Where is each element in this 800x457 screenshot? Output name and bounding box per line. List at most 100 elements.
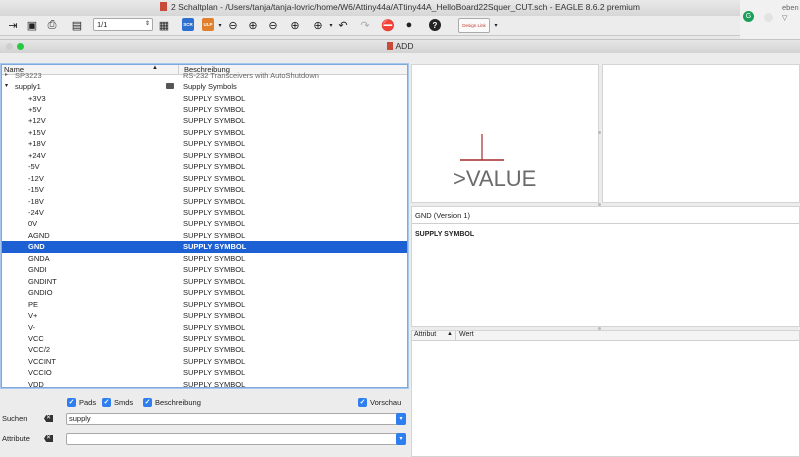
item-name: PE: [28, 299, 39, 309]
background-browser-edge: eben G ▽: [740, 0, 800, 40]
list-item[interactable]: +3V3 SUPPLY SYMBOL: [2, 93, 407, 105]
redo-icon[interactable]: ↷: [358, 18, 372, 32]
item-description: SUPPLY SYMBOL: [183, 104, 246, 114]
list-item[interactable]: +24V SUPPLY SYMBOL: [2, 150, 407, 162]
zoom-out-icon[interactable]: ⊖: [266, 18, 280, 32]
list-item[interactable]: VCCIO SUPPLY SYMBOL: [2, 367, 407, 379]
beschreibung-checkbox[interactable]: ✓: [143, 398, 152, 407]
item-name: VCCINT: [28, 356, 56, 366]
list-item[interactable]: -18V SUPPLY SYMBOL: [2, 196, 407, 208]
list-item[interactable]: PE SUPPLY SYMBOL: [2, 299, 407, 311]
item-description: SUPPLY SYMBOL: [183, 379, 246, 388]
item-name: VCC/2: [28, 345, 51, 355]
list-item[interactable]: -5V SUPPLY SYMBOL: [2, 161, 407, 173]
list-item[interactable]: AGND SUPPLY SYMBOL: [2, 230, 407, 242]
print-icon[interactable]: ⎙: [45, 18, 59, 32]
document-icon: [160, 2, 167, 11]
attribute-table[interactable]: Attribut ▲ Wert: [411, 330, 800, 457]
sort-ascending-icon[interactable]: ▲: [447, 331, 453, 337]
item-description: SUPPLY SYMBOL: [183, 288, 246, 298]
smds-checkbox[interactable]: ✓: [102, 398, 111, 407]
table-view-icon[interactable]: ▦: [157, 18, 171, 32]
zoom-select-icon[interactable]: ⊕: [288, 18, 302, 32]
list-item[interactable]: GNDIO SUPPLY SYMBOL: [2, 287, 407, 299]
library-name: supply1: [15, 82, 41, 91]
zoom-fit-icon[interactable]: ⊖: [226, 18, 240, 32]
item-description: SUPPLY SYMBOL: [183, 173, 246, 183]
attribute-filter-input[interactable]: ▾: [66, 433, 406, 445]
item-description: SUPPLY SYMBOL: [183, 333, 246, 343]
list-item[interactable]: GNDI SUPPLY SYMBOL: [2, 264, 407, 276]
scr-label: SCR: [183, 22, 193, 27]
item-description: SUPPLY SYMBOL: [183, 196, 246, 206]
design-link-button[interactable]: Design Link: [458, 18, 490, 33]
item-description: SUPPLY SYMBOL: [183, 127, 246, 137]
library-list[interactable]: Name ▲ Beschreibung ▸ SP3223 RS-232 Tran…: [1, 64, 408, 388]
item-description: SUPPLY SYMBOL: [183, 345, 246, 355]
help-icon[interactable]: ?: [429, 19, 441, 31]
cam-processor-icon[interactable]: ▤: [70, 18, 84, 32]
browser-filter-icon[interactable]: ▽: [782, 14, 787, 22]
browser-avatar[interactable]: G: [743, 11, 754, 22]
list-item[interactable]: +18V SUPPLY SYMBOL: [2, 138, 407, 150]
list-item[interactable]: -24V SUPPLY SYMBOL: [2, 207, 407, 219]
page-select[interactable]: 1/1 ⇕: [93, 18, 153, 31]
browser-extension-icon[interactable]: [764, 13, 773, 22]
pads-checkbox[interactable]: ✓: [67, 398, 76, 407]
script-button[interactable]: SCR: [182, 18, 194, 31]
list-item[interactable]: -15V SUPPLY SYMBOL: [2, 184, 407, 196]
list-item[interactable]: GNDA SUPPLY SYMBOL: [2, 253, 407, 265]
vertical-splitter-handle[interactable]: [598, 131, 601, 134]
collapsed-arrow-icon[interactable]: ▸: [5, 70, 8, 82]
item-name: GNDIO: [28, 288, 53, 298]
toolbar: ⇥ ▣ ⎙ ▤ 1/1 ⇕ ▦ SCR ULP ▾ ⊖ ⊕ ⊖ ⊕ ⊕ ▾ ↶ …: [0, 16, 740, 36]
item-description: SUPPLY SYMBOL: [183, 356, 246, 366]
list-item-cut[interactable]: ▸ SP3223 RS-232 Transceivers with AutoSh…: [2, 70, 407, 82]
beschreibung-label: Beschreibung: [155, 398, 201, 407]
list-item[interactable]: +12V SUPPLY SYMBOL: [2, 115, 407, 127]
library-row-supply1[interactable]: ▾ supply1 Supply Symbols: [2, 81, 407, 93]
item-name: +5V: [28, 104, 42, 114]
go-icon[interactable]: ●: [402, 18, 416, 32]
ulp-dropdown-icon[interactable]: ▾: [213, 18, 227, 32]
list-item[interactable]: +5V SUPPLY SYMBOL: [2, 104, 407, 116]
list-body: ▸ SP3223 RS-232 Transceivers with AutoSh…: [2, 71, 407, 388]
package-preview: [602, 64, 800, 203]
help-label: ?: [432, 20, 438, 30]
list-item[interactable]: VDD SUPPLY SYMBOL: [2, 379, 407, 388]
search-dropdown-icon[interactable]: ▾: [396, 413, 406, 425]
list-item[interactable]: VCC/2 SUPPLY SYMBOL: [2, 344, 407, 356]
vorschau-checkbox[interactable]: ✓: [358, 398, 367, 407]
list-item[interactable]: +15V SUPPLY SYMBOL: [2, 127, 407, 139]
item-description: SUPPLY SYMBOL: [183, 93, 246, 103]
list-item[interactable]: -12V SUPPLY SYMBOL: [2, 173, 407, 185]
dialog-document-icon: [386, 42, 393, 50]
list-item[interactable]: VCCINT SUPPLY SYMBOL: [2, 356, 407, 368]
attribute-dropdown-icon[interactable]: ▾: [396, 433, 406, 445]
list-item[interactable]: V- SUPPLY SYMBOL: [2, 322, 407, 334]
open-menu-icon[interactable]: ⇥: [6, 18, 20, 32]
list-item-selected[interactable]: GND SUPPLY SYMBOL: [2, 241, 407, 253]
design-link-dropdown-icon[interactable]: ▾: [489, 18, 503, 32]
list-item[interactable]: 0V SUPPLY SYMBOL: [2, 218, 407, 230]
column-divider[interactable]: [455, 331, 456, 340]
item-name: 0V: [28, 219, 38, 229]
column-attribute-header[interactable]: Attribut: [414, 331, 436, 338]
item-name: +18V: [28, 139, 46, 149]
list-item[interactable]: VCC SUPPLY SYMBOL: [2, 333, 407, 345]
main-window-title: 2 Schaltplan - /Users/tanja/tanja-lovric…: [0, 2, 800, 12]
search-input[interactable]: supply ▾: [66, 413, 406, 425]
zoom-area-icon[interactable]: ⊕: [311, 18, 325, 32]
zoom-in-icon[interactable]: ⊕: [246, 18, 260, 32]
design-link-label: Design Link: [462, 23, 486, 28]
undo-icon[interactable]: ↶: [336, 18, 350, 32]
item-name: V-: [28, 322, 36, 332]
list-item[interactable]: V+ SUPPLY SYMBOL: [2, 310, 407, 322]
stop-icon[interactable]: ⛔: [381, 18, 395, 32]
item-description: SUPPLY SYMBOL: [183, 368, 246, 378]
item-description: SUPPLY SYMBOL: [183, 162, 246, 172]
expanded-arrow-icon[interactable]: ▾: [5, 81, 8, 93]
column-value-header[interactable]: Wert: [459, 331, 474, 338]
list-item[interactable]: GNDINT SUPPLY SYMBOL: [2, 276, 407, 288]
save-icon[interactable]: ▣: [25, 18, 39, 32]
